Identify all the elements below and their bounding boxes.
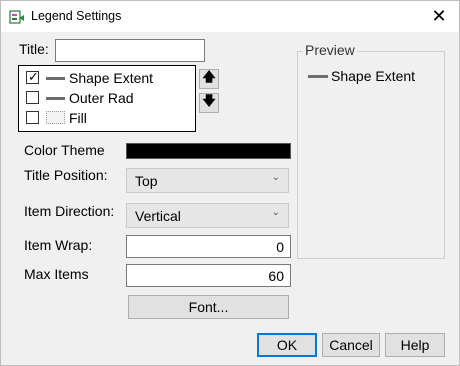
ok-button[interactable]: OK — [257, 333, 317, 357]
preview-title: Preview — [303, 42, 357, 58]
item-wrap-input[interactable]: 0 — [126, 235, 291, 258]
title-label: Title: — [19, 41, 49, 57]
color-theme-swatch[interactable] — [126, 143, 291, 159]
fill-swatch-icon — [46, 111, 65, 124]
item-wrap-label: Item Wrap: — [24, 237, 93, 253]
cancel-button[interactable]: Cancel — [322, 333, 380, 357]
move-down-button[interactable]: 🡇 — [199, 93, 219, 113]
color-theme-label: Color Theme — [24, 142, 105, 158]
window-title: Legend Settings — [31, 9, 122, 23]
max-items-value: 60 — [268, 268, 284, 284]
fill-checkbox[interactable] — [26, 111, 39, 124]
legend-item-label: Outer Rad — [69, 90, 134, 106]
item-direction-label: Item Direction: — [24, 203, 115, 219]
line-swatch-icon — [46, 97, 65, 100]
font-button[interactable]: Font... — [128, 295, 289, 319]
close-button[interactable]: ✕ — [419, 1, 459, 32]
help-button[interactable]: Help — [385, 333, 445, 357]
title-position-select[interactable]: Top ⌄ — [126, 168, 289, 193]
legend-item-label: Shape Extent — [69, 70, 154, 86]
item-wrap-value: 0 — [276, 239, 284, 255]
move-up-button[interactable]: 🡅 — [199, 69, 219, 89]
legend-settings-dialog: Legend Settings ✕ Title: ✓ Shape Extent … — [0, 0, 460, 366]
legend-items-list[interactable]: ✓ Shape Extent Outer Rad Fill — [18, 65, 196, 132]
chevron-down-icon: ⌄ — [271, 172, 280, 183]
item-direction-value: Vertical — [135, 208, 181, 224]
list-item[interactable]: Outer Rad — [19, 88, 195, 108]
title-position-value: Top — [135, 173, 158, 189]
line-swatch-icon — [46, 77, 65, 80]
chevron-down-icon: ⌄ — [271, 207, 280, 218]
item-direction-select[interactable]: Vertical ⌄ — [126, 203, 289, 228]
shape-extent-checkbox[interactable]: ✓ — [26, 69, 39, 84]
list-item[interactable]: Fill — [19, 108, 195, 128]
list-item[interactable]: ✓ Shape Extent — [19, 68, 195, 88]
app-icon — [9, 10, 24, 24]
preview-item-label: Shape Extent — [331, 68, 416, 84]
close-icon: ✕ — [431, 6, 447, 26]
preview-line-swatch — [308, 75, 328, 78]
max-items-label: Max Items — [24, 266, 89, 282]
title-position-label: Title Position: — [24, 167, 108, 183]
arrow-up-icon: 🡅 — [202, 69, 216, 84]
check-mark-icon: ✓ — [28, 69, 39, 84]
title-bar: Legend Settings ✕ — [1, 1, 459, 32]
outer-rad-checkbox[interactable] — [26, 91, 39, 104]
arrow-down-icon: 🡇 — [202, 93, 216, 108]
max-items-input[interactable]: 60 — [126, 264, 291, 287]
title-input[interactable] — [55, 39, 205, 62]
legend-item-label: Fill — [69, 110, 87, 126]
